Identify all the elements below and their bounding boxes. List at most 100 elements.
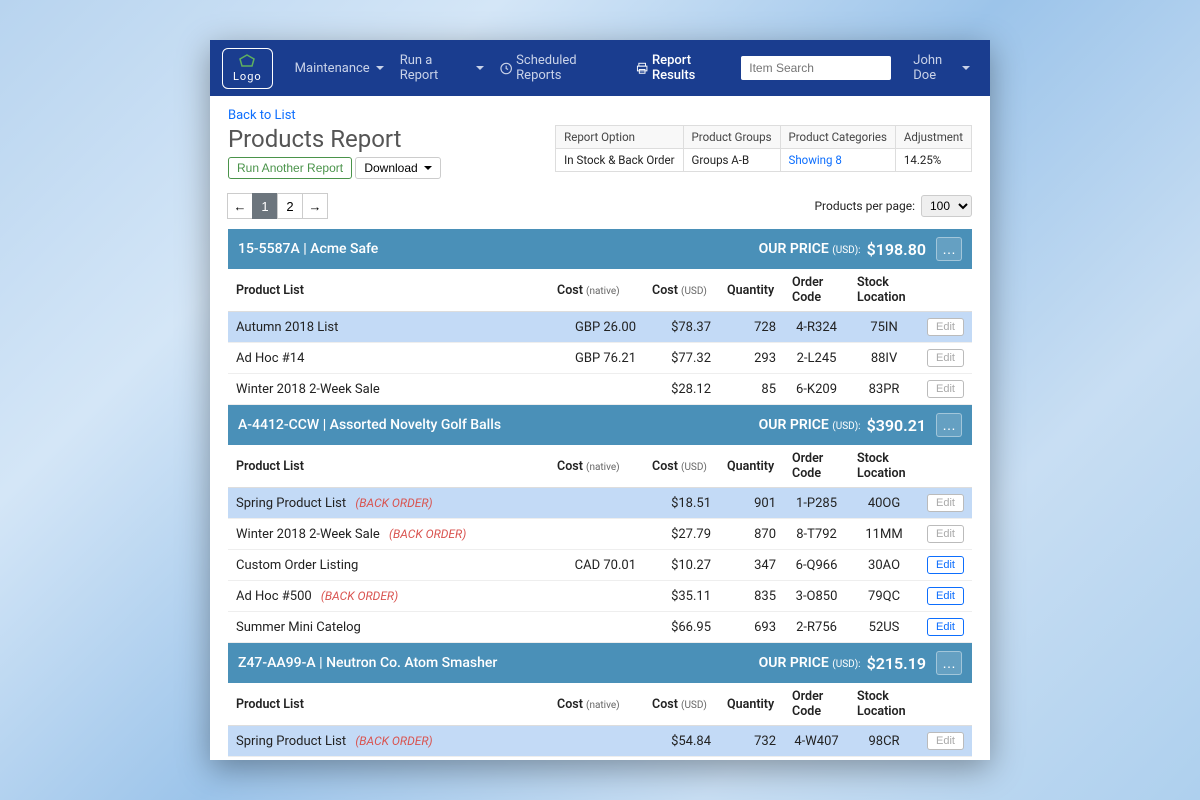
cell-order-code: 3-O850 (784, 581, 849, 612)
col-product-list: Product List (228, 445, 549, 488)
pager-page-1[interactable]: 1 (252, 193, 278, 219)
more-actions-button[interactable]: … (936, 237, 962, 261)
nav-maintenance[interactable]: Maintenance (287, 55, 392, 82)
nav-run-report[interactable]: Run a Report (392, 47, 492, 89)
edit-button[interactable]: Edit (927, 618, 964, 636)
cell-order-code: 2-L245 (784, 343, 849, 374)
col-quantity: Quantity (719, 269, 784, 312)
back-order-badge: (BACK ORDER) (355, 734, 432, 748)
price-label: OUR PRICE (USD): (759, 655, 861, 671)
cell-quantity: 347 (719, 550, 784, 581)
per-page-label: Products per page: (814, 199, 915, 213)
cell-order-code: 4-W407 (784, 726, 849, 757)
opt-value: 14.25% (895, 149, 971, 172)
edit-button: Edit (927, 525, 964, 543)
page-title: Products Report (228, 125, 441, 153)
cell-cost-native (549, 726, 644, 757)
cell-name: Ad Hoc #14 (228, 343, 549, 374)
logo[interactable]: Logo (222, 48, 273, 89)
nav-scheduled-reports[interactable]: Scheduled Reports (492, 47, 628, 89)
col-edit (919, 683, 972, 726)
col-quantity: Quantity (719, 683, 784, 726)
chevron-down-icon (476, 66, 484, 70)
table-row: Winter 2018 2-Week Sale (BACK ORDER) $27.… (228, 519, 972, 550)
cell-name: Custom Order Listing (228, 550, 549, 581)
pager-page-2[interactable]: 2 (277, 193, 303, 219)
more-actions-button[interactable]: … (936, 651, 962, 675)
edit-button[interactable]: Edit (927, 556, 964, 574)
cell-cost-usd: $54.84 (644, 726, 719, 757)
clock-icon (500, 62, 512, 75)
cell-cost-usd: $18.51 (644, 488, 719, 519)
edit-button: Edit (927, 349, 964, 367)
cell-cost-native (549, 757, 644, 761)
cell-cost-usd: $35.11 (644, 581, 719, 612)
pagination: ← 1 2 → (228, 193, 328, 219)
report-options-table: Report Option Product Groups Product Cat… (555, 125, 972, 172)
content: Back to List Products Report Run Another… (210, 96, 990, 760)
nav-report-results[interactable]: Report Results (628, 47, 742, 89)
cell-quantity: 693 (719, 612, 784, 643)
edit-button[interactable]: Edit (927, 587, 964, 605)
product-group-title: Z47-AA99-A | Neutron Co. Atom Smasher (238, 655, 497, 671)
opt-header: Product Categories (780, 126, 895, 149)
cell-cost-usd: $78.37 (644, 312, 719, 343)
cell-stock-location: 52US (849, 612, 919, 643)
col-quantity: Quantity (719, 445, 784, 488)
opt-header: Adjustment (895, 126, 971, 149)
cell-quantity: 870 (719, 519, 784, 550)
pager-next[interactable]: → (302, 193, 328, 219)
col-product-list: Product List (228, 269, 549, 312)
cell-quantity: 835 (719, 581, 784, 612)
col-cost-native: Cost (native) (549, 445, 644, 488)
back-order-badge: (BACK ORDER) (355, 496, 432, 510)
cell-stock-location: 83PR (849, 374, 919, 405)
product-list-table: Product ListCost (native)Cost (USD)Quant… (228, 269, 972, 405)
product-list-table: Product ListCost (native)Cost (USD)Quant… (228, 683, 972, 760)
opt-value-link[interactable]: Showing 8 (780, 149, 895, 172)
run-another-report-button[interactable]: Run Another Report (228, 157, 352, 179)
cell-quantity: 7 (719, 757, 784, 761)
opt-header: Product Groups (683, 126, 780, 149)
cell-stock-location: 11MM (849, 519, 919, 550)
cell-name: Winter 2018 2-Week Sale (BACK ORDER) (228, 519, 549, 550)
price-label: OUR PRICE (USD): (759, 417, 861, 433)
cell-order-code: 6-K209 (784, 374, 849, 405)
price-value: $390.21 (867, 416, 926, 435)
cell-cost-usd: $27.79 (644, 519, 719, 550)
table-row: Autumn 2018 ListGBP 26.00$78.377284-R324… (228, 312, 972, 343)
table-row: Summer Mini Catelog$66.956932-R75652USEd… (228, 612, 972, 643)
cell-name: Spring Product List (BACK ORDER) (228, 488, 549, 519)
cell-order-code: 8-T792 (784, 519, 849, 550)
product-group-title: 15-5587A | Acme Safe (238, 241, 378, 257)
search-input[interactable] (741, 56, 891, 80)
cell-stock-location: 40OG (849, 488, 919, 519)
per-page-select[interactable]: 100 (921, 195, 972, 217)
cell-cost-native (549, 374, 644, 405)
table-row: Winter 2018 2-Week Sale$28.12856-K20983P… (228, 374, 972, 405)
cell-name: Ad Hoc #500 (BACK ORDER) (228, 581, 549, 612)
cell-stock-location: 75IN (849, 312, 919, 343)
pager-prev[interactable]: ← (227, 193, 253, 219)
download-button[interactable]: Download (355, 157, 440, 179)
cell-name: Winter 2018 2-Week Sale (BACK ORDER) (228, 757, 549, 761)
chevron-down-icon (424, 166, 432, 170)
col-cost-usd: Cost (USD) (644, 269, 719, 312)
cell-order-code: 2-R756 (784, 612, 849, 643)
back-to-list-link[interactable]: Back to List (228, 108, 296, 123)
more-actions-button[interactable]: … (936, 413, 962, 437)
print-icon (636, 62, 648, 75)
table-row: Custom Order ListingCAD 70.01$10.273476-… (228, 550, 972, 581)
back-order-badge: (BACK ORDER) (389, 527, 466, 541)
edit-button: Edit (927, 732, 964, 750)
logo-icon (238, 54, 256, 68)
cell-cost-native (549, 519, 644, 550)
cell-quantity: 85 (719, 374, 784, 405)
cell-name: Summer Mini Catelog (228, 612, 549, 643)
user-menu[interactable]: John Doe (905, 47, 978, 89)
col-edit (919, 269, 972, 312)
col-order-code: OrderCode (784, 269, 849, 312)
cell-cost-native (549, 581, 644, 612)
table-row: Ad Hoc #500 (BACK ORDER)$35.118353-O8507… (228, 581, 972, 612)
product-list-table: Product ListCost (native)Cost (USD)Quant… (228, 445, 972, 643)
